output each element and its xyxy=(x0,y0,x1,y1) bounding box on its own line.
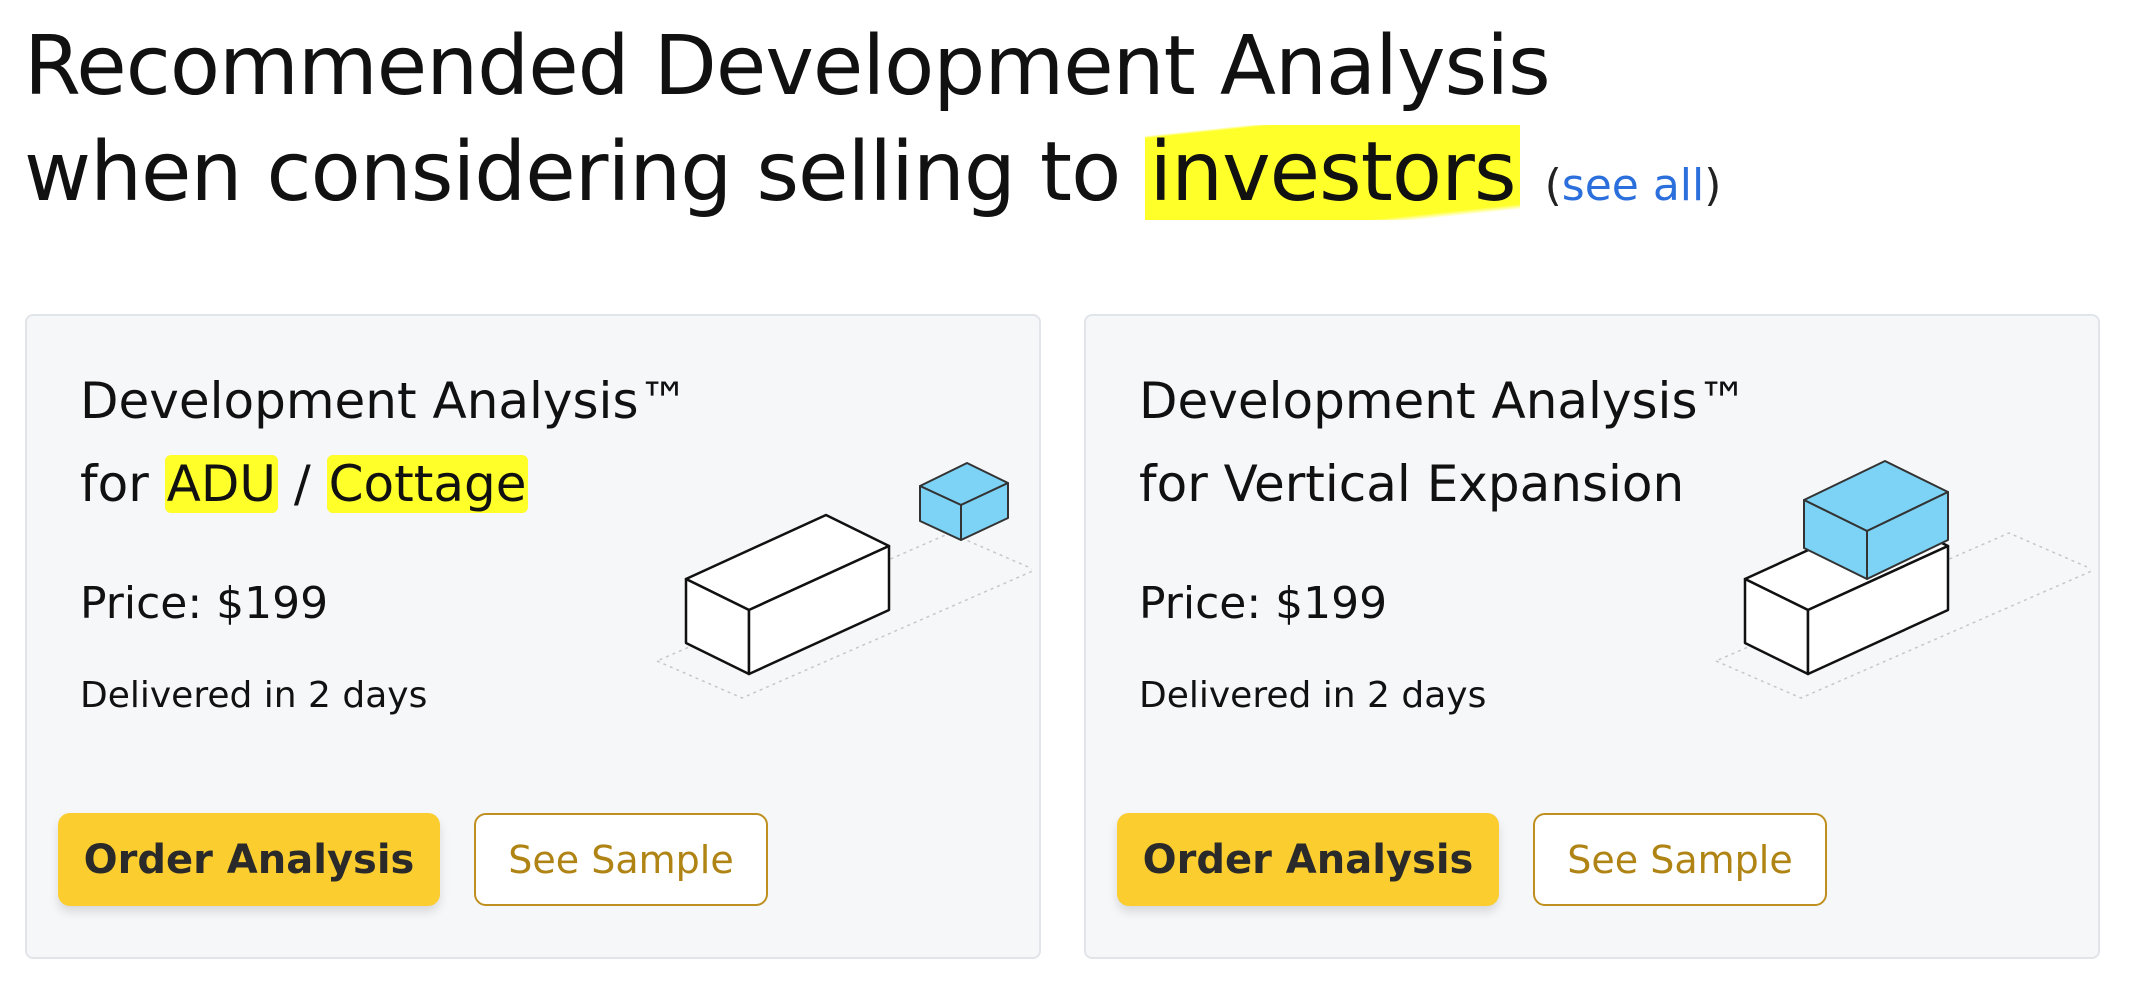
see-all-wrapper: (see all) xyxy=(1545,160,1722,211)
card-title-for: for xyxy=(80,455,165,513)
card-title: Development Analysis™ for Vertical Expan… xyxy=(1139,360,1748,526)
card-title-line-2: for Vertical Expansion xyxy=(1139,455,1685,513)
card-title: Development Analysis™ for ADU / Cottage xyxy=(80,360,689,526)
see-all-open-paren: ( xyxy=(1544,160,1562,211)
page-heading: Recommended Development Analysis when co… xyxy=(24,14,1721,239)
card-title-line-1: Development Analysis™ xyxy=(80,372,689,430)
delivery-label: Delivered in 2 days xyxy=(80,675,428,716)
see-sample-button[interactable]: See Sample xyxy=(474,813,768,906)
vertical-expansion-card: Development Analysis™ for Vertical Expan… xyxy=(1084,314,2100,959)
see-all-close-paren: ) xyxy=(1704,160,1722,211)
price-label: Price: $199 xyxy=(80,578,329,629)
title-highlight-adu: ADU xyxy=(164,455,278,513)
heading-line-2-prefix: when considering selling to xyxy=(24,125,1146,220)
heading-highlight-investors: investors xyxy=(1145,125,1520,220)
order-analysis-button[interactable]: Order Analysis xyxy=(58,813,440,906)
see-sample-button[interactable]: See Sample xyxy=(1533,813,1827,906)
adu-cottage-card: Development Analysis™ for ADU / Cottage … xyxy=(25,314,1041,959)
price-label: Price: $199 xyxy=(1139,578,1388,629)
card-title-line-1: Development Analysis™ xyxy=(1139,372,1748,430)
see-all-link[interactable]: see all xyxy=(1562,160,1704,211)
delivery-label: Delivered in 2 days xyxy=(1139,675,1487,716)
title-highlight-cottage: Cottage xyxy=(326,455,529,513)
title-separator: / xyxy=(277,455,327,513)
vertical-expansion-isometric-icon xyxy=(1714,460,2091,699)
heading-line-1: Recommended Development Analysis xyxy=(24,19,1551,114)
adu-cottage-isometric-icon xyxy=(655,462,1032,699)
order-analysis-button[interactable]: Order Analysis xyxy=(1117,813,1499,906)
